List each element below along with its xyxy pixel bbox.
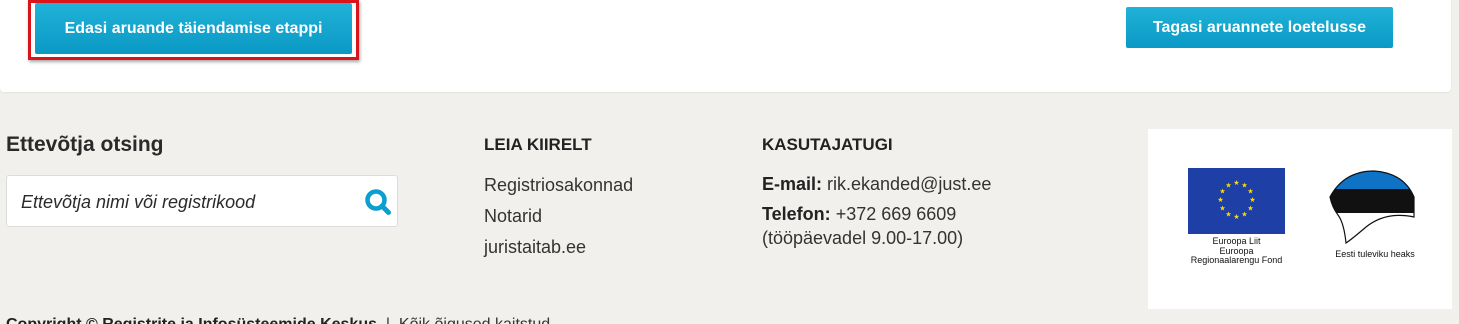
company-search-box	[6, 175, 398, 227]
copyright-separator: |	[386, 316, 390, 324]
copyright-rights: Kõik õigused kaitstud	[399, 316, 550, 324]
company-search-input[interactable]	[21, 188, 341, 216]
copyright-line: Copyright © Registrite ja Infosüsteemide…	[6, 316, 550, 324]
svg-text:★: ★	[1217, 196, 1223, 204]
svg-text:★: ★	[1225, 182, 1231, 190]
link-notarid[interactable]: Notarid	[484, 201, 633, 232]
svg-text:★: ★	[1241, 211, 1247, 219]
svg-text:★: ★	[1233, 179, 1239, 187]
eu-fund-caption: Euroopa Liit Euroopa Regionaalarengu Fon…	[1190, 236, 1283, 265]
estonian-flag-logo	[1329, 170, 1415, 245]
quick-links-list: Registriosakonnad Notarid juristaitab.ee	[484, 170, 633, 263]
phone-label: Telefon:	[762, 204, 831, 224]
support-contact: E-mail: rik.ekanded@just.ee Telefon: +37…	[762, 172, 991, 250]
link-registriosakonnad[interactable]: Registriosakonnad	[484, 170, 633, 201]
sponsor-logos: ★ ★ ★ ★ ★ ★ ★ ★ ★ ★ ★ ★ Euroopa Liit Eur…	[1148, 129, 1452, 309]
back-to-reports-button[interactable]: Tagasi aruannete loetelusse	[1126, 7, 1393, 48]
highlight-frame: Edasi aruande täiendamise etappi	[28, 0, 359, 60]
next-stage-button[interactable]: Edasi aruande täiendamise etappi	[35, 3, 352, 54]
email-value[interactable]: rik.ekanded@just.ee	[827, 174, 991, 194]
svg-text:★: ★	[1249, 196, 1255, 204]
support-title: KASUTAJATUGI	[762, 135, 893, 154]
ee-caption: Eesti tuleviku heaks	[1335, 249, 1415, 259]
svg-text:★: ★	[1247, 188, 1253, 196]
svg-text:★: ★	[1247, 205, 1253, 213]
phone-value: +372 669 6609	[835, 204, 957, 224]
quick-links-title: LEIA KIIRELT	[484, 135, 592, 154]
email-row: E-mail: rik.ekanded@just.ee	[762, 172, 991, 196]
office-hours: (tööpäevadel 9.00-17.00)	[762, 228, 964, 248]
phone-row: Telefon: +372 669 6609	[762, 202, 991, 226]
eu-flag-logo: ★ ★ ★ ★ ★ ★ ★ ★ ★ ★ ★ ★	[1188, 168, 1285, 234]
company-search-title: Ettevõtja otsing	[6, 133, 164, 156]
email-label: E-mail:	[762, 174, 823, 194]
copyright-owner: Copyright © Registrite ja Infosüsteemide…	[6, 316, 377, 324]
svg-text:★: ★	[1219, 205, 1225, 213]
search-icon[interactable]	[364, 188, 392, 216]
link-juristaitab[interactable]: juristaitab.ee	[484, 232, 633, 263]
svg-text:★: ★	[1225, 211, 1231, 219]
action-panel: Edasi aruande täiendamise etappi Tagasi …	[0, 0, 1451, 92]
svg-text:★: ★	[1233, 213, 1239, 221]
